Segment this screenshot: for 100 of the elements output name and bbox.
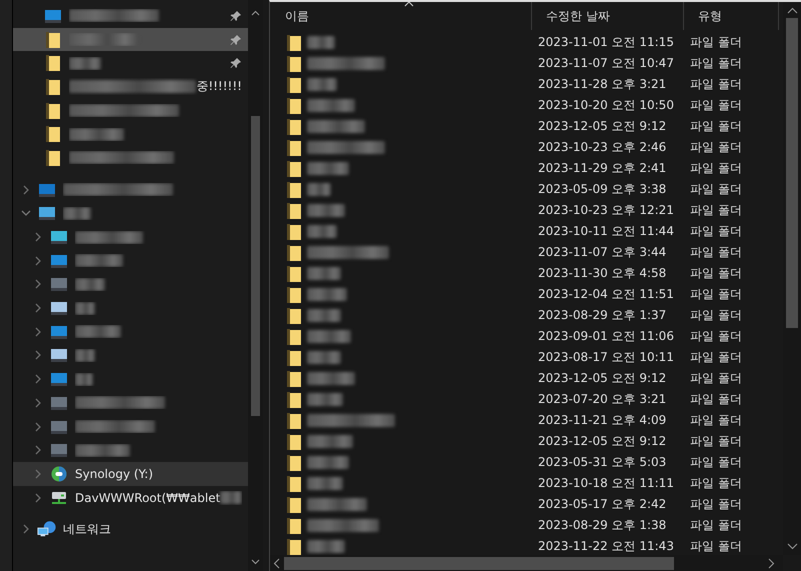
folder-icon <box>287 34 301 50</box>
chevron-down-icon[interactable] <box>21 210 31 216</box>
folder-icon <box>46 150 60 166</box>
scroll-left-icon[interactable] <box>273 558 280 568</box>
type-cell-text: 파일 폴더 <box>689 517 743 534</box>
chevron-right-icon[interactable] <box>35 232 41 242</box>
type-cell-text: 파일 폴더 <box>689 454 743 471</box>
scrollbar[interactable] <box>248 0 263 571</box>
blurred-label <box>307 267 341 280</box>
chevron-right-icon[interactable] <box>23 184 29 195</box>
folder-icon <box>287 286 301 302</box>
blurred-label <box>307 162 349 175</box>
date-cell-text: 2023-12-05 오전 9:12 <box>537 433 668 450</box>
sort-ascending-icon <box>404 2 414 7</box>
blurred-label <box>307 372 355 385</box>
type-cell-text: 파일 폴더 <box>689 412 743 429</box>
sidebar-item[interactable]: 네트워크 <box>13 517 248 542</box>
drive-icon <box>50 300 68 316</box>
sidebar-item[interactable]: DavWWWRoot(₩₩ablet <box>13 486 248 510</box>
date-cell-text: 2023-05-09 오후 3:38 <box>537 181 668 198</box>
folder-icon <box>287 140 301 156</box>
scroll-up-icon[interactable] <box>251 10 260 16</box>
sidebar-item[interactable]: Synology (Y:) <box>13 462 248 486</box>
blurred-label <box>307 477 343 490</box>
scroll-down-icon[interactable] <box>786 543 798 550</box>
item-label: Synology (Y:) <box>75 466 154 481</box>
date-cell-text: 2023-10-11 오전 11:44 <box>537 223 675 240</box>
pin-icon[interactable] <box>230 34 242 46</box>
item-label: DavWWWRoot(₩₩ablet <box>75 490 220 505</box>
folder-icon <box>46 126 60 142</box>
blurred-label <box>307 351 341 364</box>
drive-icon <box>50 394 68 411</box>
column-header[interactable]: 이름 <box>270 2 532 30</box>
chevron-right-icon[interactable] <box>35 279 41 290</box>
folder-icon <box>287 538 301 554</box>
type-cell-text: 파일 폴더 <box>689 244 743 261</box>
type-cell-text: 파일 폴더 <box>689 307 743 324</box>
date-cell-text: 2023-09-01 오전 11:06 <box>537 328 675 345</box>
scroll-up-icon[interactable] <box>786 7 798 14</box>
chevron-right-icon[interactable] <box>35 468 41 479</box>
type-cell-text: 파일 폴더 <box>689 370 743 387</box>
blurred-label <box>307 225 337 238</box>
blurred-label <box>307 288 347 301</box>
folder-icon <box>287 412 301 428</box>
sidebar-item[interactable] <box>13 28 248 52</box>
type-cell-text: 파일 폴더 <box>689 328 743 345</box>
date-cell-text: 2023-11-30 오후 4:58 <box>537 265 668 282</box>
chevron-right-icon[interactable] <box>35 326 41 337</box>
chevron-right-icon[interactable] <box>35 398 41 408</box>
sidebar-item[interactable]: 중!!!!!!! <box>13 75 248 99</box>
folder-icon <box>287 118 301 134</box>
type-cell-text: 파일 폴더 <box>689 349 743 366</box>
blurred-label <box>307 183 331 196</box>
column-header[interactable]: 수정한 날짜 <box>532 2 684 30</box>
folder-icon <box>287 392 301 408</box>
blurred-label <box>307 99 355 112</box>
blurred-label <box>307 435 353 448</box>
date-cell-text: 2023-12-04 오전 11:51 <box>537 286 675 303</box>
folder-icon <box>287 160 301 176</box>
chevron-right-icon[interactable] <box>35 374 41 384</box>
date-cell-text: 2023-07-20 오후 3:21 <box>537 391 668 408</box>
type-cell-text: 파일 폴더 <box>689 538 743 555</box>
folder-icon <box>287 266 301 282</box>
date-cell-text: 2023-12-05 오전 9:12 <box>537 118 668 135</box>
date-cell-text: 2023-08-17 오전 10:11 <box>537 349 675 366</box>
drive-icon <box>50 442 68 458</box>
folder-icon <box>287 496 301 512</box>
scroll-right-icon[interactable] <box>768 558 775 568</box>
blurred-label <box>307 498 367 511</box>
chevron-right-icon[interactable] <box>35 422 41 432</box>
type-cell-text: 파일 폴더 <box>689 223 743 240</box>
folder-icon <box>287 454 301 470</box>
type-cell-text: 파일 폴더 <box>689 496 743 513</box>
drive-icon <box>50 418 68 435</box>
pin-icon[interactable] <box>230 10 242 22</box>
pin-icon[interactable] <box>230 57 242 70</box>
folder-icon <box>287 370 301 386</box>
drive-icon <box>50 324 68 340</box>
column-header[interactable]: 유형 <box>684 2 779 30</box>
blurred-label <box>307 330 351 343</box>
drive-icon <box>50 229 68 246</box>
chevron-right-icon[interactable] <box>35 492 41 503</box>
type-cell-text: 파일 폴더 <box>689 55 743 72</box>
drive-icon <box>50 371 68 388</box>
chevron-right-icon[interactable] <box>35 445 41 456</box>
folder-icon <box>287 98 301 114</box>
scroll-down-icon[interactable] <box>251 559 260 565</box>
item-label: 중!!!!!!! <box>196 78 242 96</box>
blurred-label <box>307 519 379 532</box>
drive-icon <box>44 8 62 24</box>
date-cell-text: 2023-10-20 오전 10:50 <box>537 97 675 114</box>
chevron-right-icon[interactable] <box>35 303 41 314</box>
date-cell-text: 2023-11-07 오전 10:47 <box>537 55 675 72</box>
blurred-label <box>307 309 341 322</box>
chevron-right-icon[interactable] <box>23 524 29 534</box>
network-drive-icon <box>51 490 67 505</box>
chevron-right-icon[interactable] <box>35 350 41 360</box>
blurred-label <box>307 393 343 406</box>
type-cell-text: 파일 폴더 <box>689 97 743 114</box>
chevron-right-icon[interactable] <box>35 256 41 266</box>
